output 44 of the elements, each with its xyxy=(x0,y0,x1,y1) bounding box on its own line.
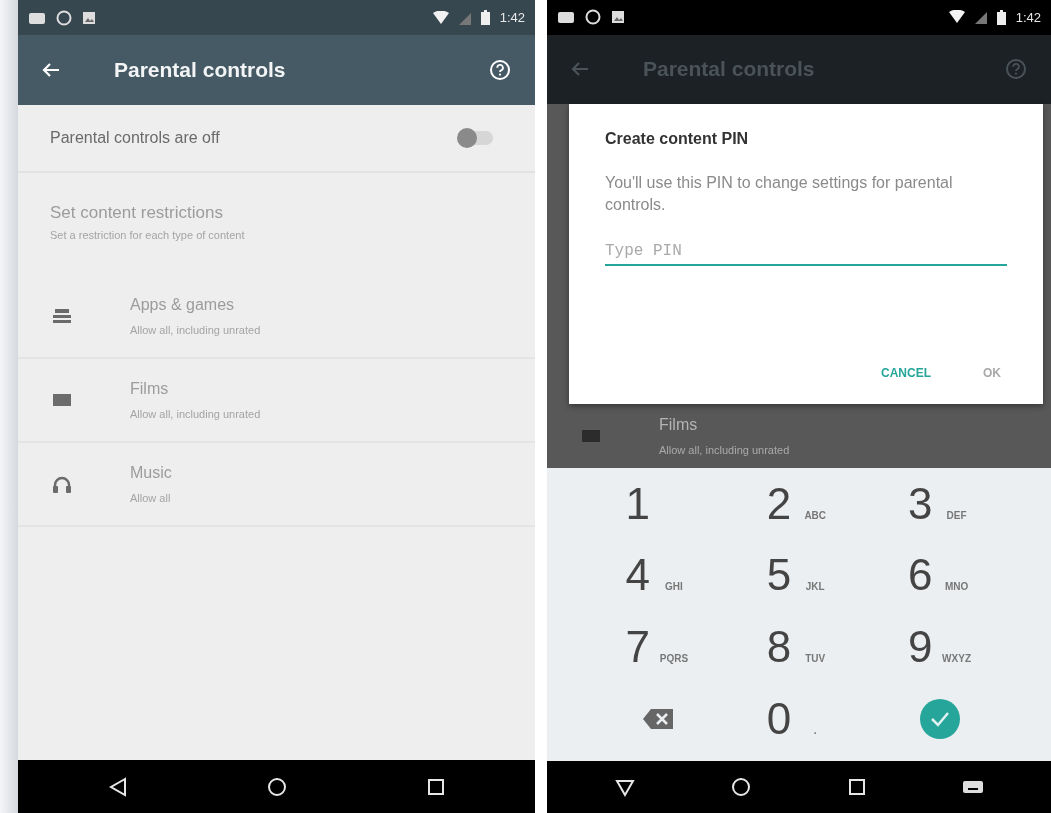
keypad-key[interactable]: 0 . xyxy=(728,682,870,755)
status-time: 1:42 xyxy=(499,10,525,25)
section-title: Set content restrictions xyxy=(50,203,224,223)
keypad-key[interactable]: 5 JKL xyxy=(728,539,870,612)
category-title: Apps & games xyxy=(130,296,236,314)
keypad-key[interactable]: 3 DEF xyxy=(869,467,1011,540)
category-title: Films xyxy=(659,415,699,434)
screen-title: Parental controls xyxy=(114,58,287,82)
category-subtitle: Allow all, including unrated xyxy=(130,408,261,420)
keypad-key[interactable]: 2 ABC xyxy=(728,467,870,540)
headphones-icon xyxy=(52,475,72,493)
keypad-key[interactable]: 8 TUV xyxy=(728,611,870,683)
category-title: Music xyxy=(130,464,172,482)
home-circle-icon[interactable] xyxy=(730,775,752,798)
category-title: Films xyxy=(130,380,170,398)
dialog-title: Create content PIN xyxy=(605,129,750,148)
keyboard-icon[interactable] xyxy=(962,778,984,795)
signal-icon xyxy=(974,10,987,25)
stacked-tray-icon xyxy=(52,308,72,324)
battery-icon xyxy=(996,9,1006,25)
section-subtitle: Set a restriction for each type of content xyxy=(50,229,246,241)
rectangle-screen-icon xyxy=(581,428,601,443)
pin-input-field[interactable]: Type PIN xyxy=(605,237,1007,266)
toggle-switch[interactable] xyxy=(457,128,495,148)
keypad-key[interactable]: 9 WXYZ xyxy=(869,611,1011,683)
wifi-icon xyxy=(948,10,965,25)
image-icon xyxy=(82,10,96,25)
rectangle-screen-icon xyxy=(52,393,72,407)
checkmark-icon[interactable] xyxy=(920,698,961,739)
keypad-key[interactable]: 4 GHI xyxy=(587,539,729,612)
keypad-key[interactable]: 6 MNO xyxy=(869,539,1011,612)
switch-label: Parental controls are off xyxy=(50,129,221,147)
status-time: 1:42 xyxy=(1015,9,1041,25)
battery-icon xyxy=(480,10,490,25)
wifi-icon xyxy=(432,10,449,25)
category-subtitle: Allow all, including unrated xyxy=(659,443,790,456)
image-icon xyxy=(611,10,625,25)
home-circle-icon[interactable] xyxy=(265,775,288,798)
category-subtitle: Allow all xyxy=(130,492,172,504)
dialog-message: You'll use this PIN to change settings for parental controls. xyxy=(605,172,954,215)
keypad-key[interactable]: 1 xyxy=(587,467,729,540)
category-subtitle: Allow all, including unrated xyxy=(130,324,261,336)
backspace-icon[interactable] xyxy=(641,707,674,730)
keypad-key[interactable]: 7 PQRS xyxy=(587,611,729,683)
